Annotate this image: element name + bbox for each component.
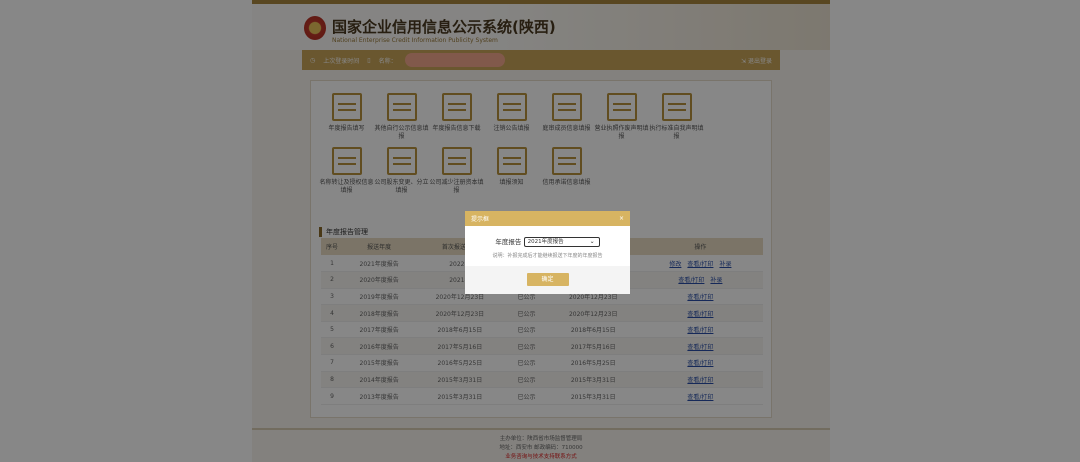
selected-value: 2021年度报告 xyxy=(527,239,564,245)
report-year-label: 年度报告 xyxy=(495,238,522,246)
dialog-title: 提示框 xyxy=(471,216,490,223)
chevron-down-icon: ⌄ xyxy=(589,238,595,245)
report-year-select[interactable]: 2021年度报告 ⌄ xyxy=(523,237,600,247)
prompt-dialog: 提示框 × 年度报告 2021年度报告 ⌄ 说明：补报完成后才能继续报送下年度的年度… xyxy=(465,211,630,294)
confirm-button[interactable]: 确定 xyxy=(526,273,569,286)
close-icon[interactable]: × xyxy=(619,215,624,222)
dialog-note: 说明：补报完成后才能继续报送下年度的年度报告 xyxy=(492,253,603,259)
